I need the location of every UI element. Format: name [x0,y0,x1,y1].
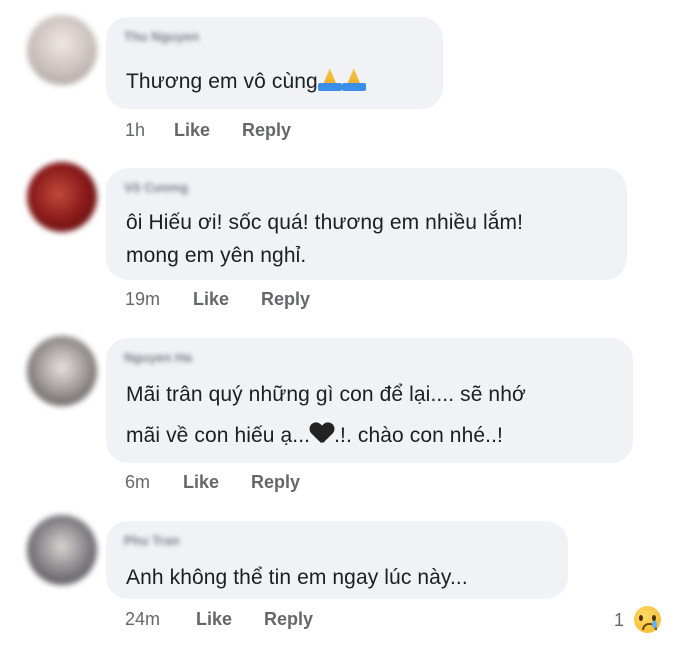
comment-text: Anh không thể tin em ngay lúc này... [126,566,468,589]
reaction-count: 1 [614,610,625,630]
avatar[interactable] [27,515,97,585]
comment-time[interactable]: 24m [125,609,160,630]
tear-icon [652,620,657,628]
comment-actions: 24m Like Reply [125,609,425,633]
comment-4: Phu Tran Anh không thể tin em ngay lúc n… [0,0,683,649]
comment-author[interactable]: Phu Tran [124,533,180,548]
like-button[interactable]: Like [196,609,232,630]
sad-face-icon [634,606,661,633]
reply-button[interactable]: Reply [264,609,313,630]
comment-bubble: Phu Tran Anh không thể tin em ngay lúc n… [106,521,568,599]
